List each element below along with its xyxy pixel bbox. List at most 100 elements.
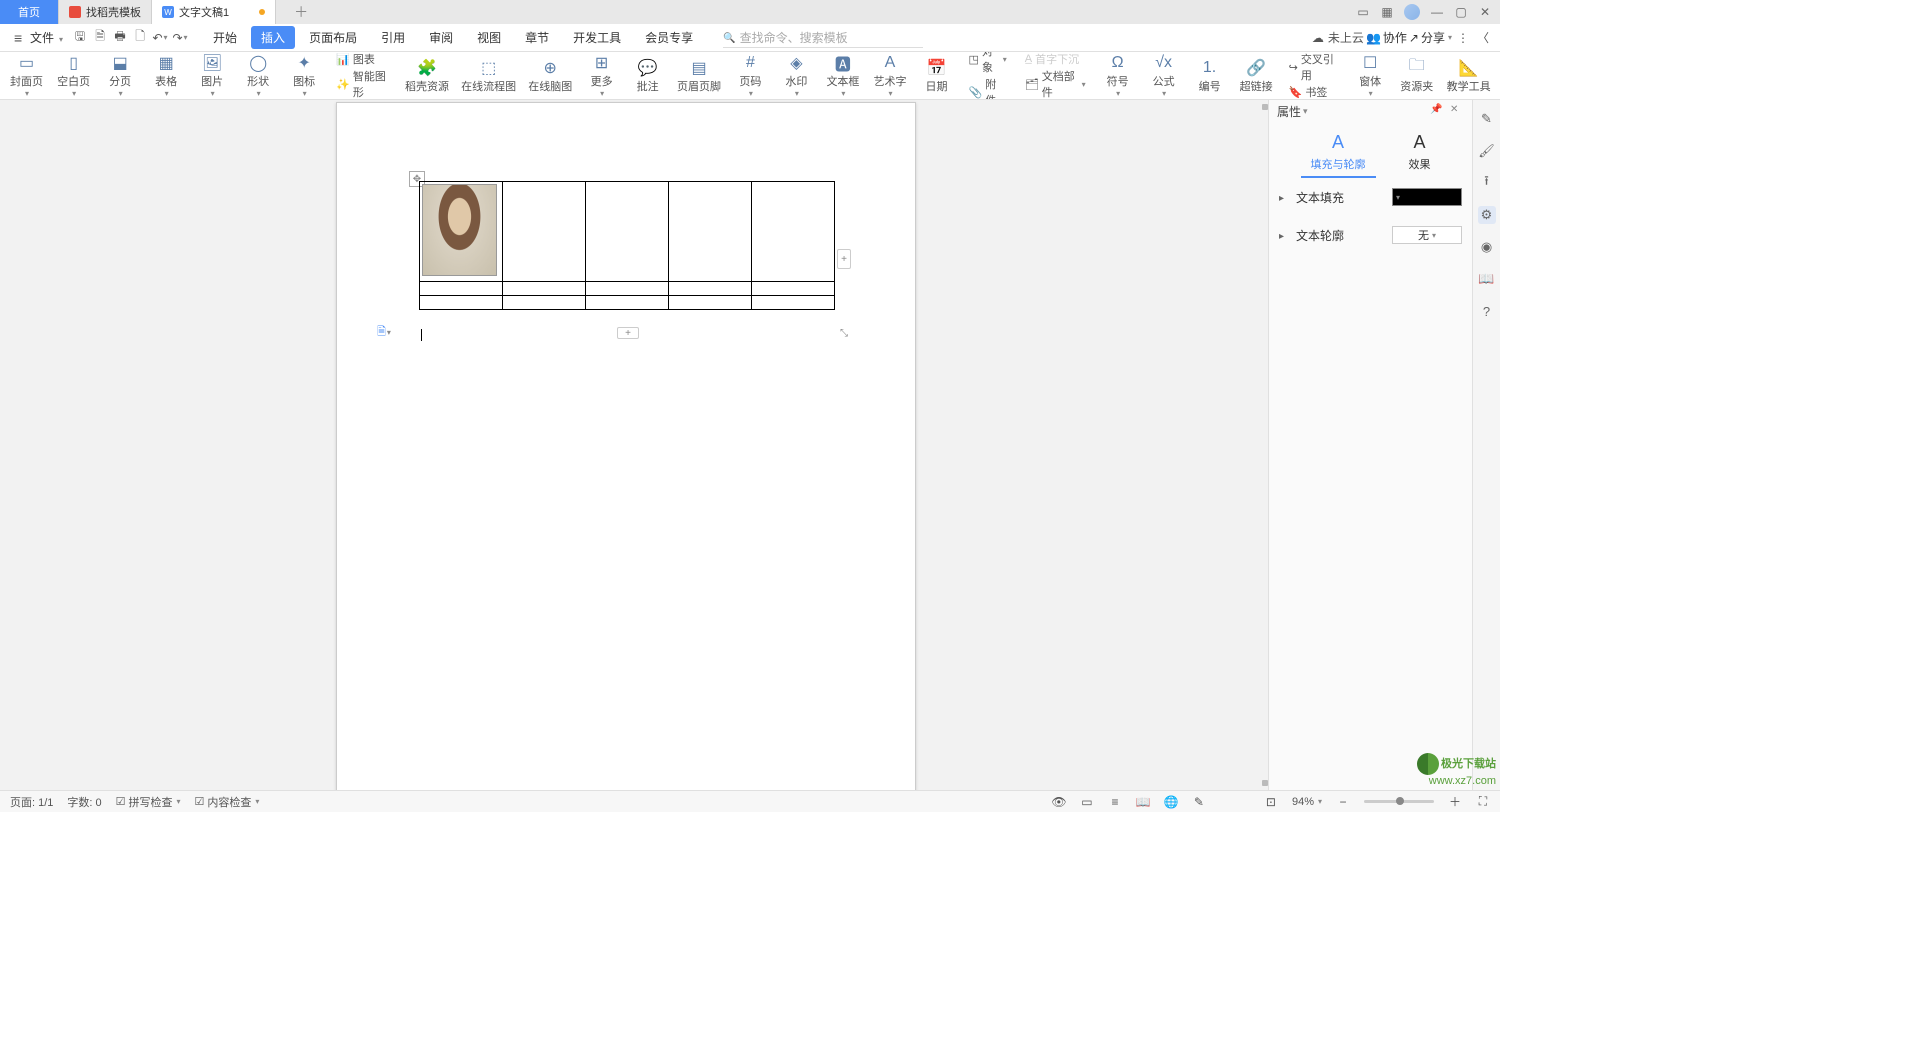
tab-pagelayout[interactable]: 页面布局 xyxy=(299,26,367,49)
header-footer[interactable]: ▤页眉页脚 xyxy=(680,58,719,94)
apps-icon[interactable]: ▦ xyxy=(1380,5,1394,19)
tab-document[interactable]: W 文字文稿1 xyxy=(152,0,276,24)
insert-numbering[interactable]: 1.编号 xyxy=(1196,58,1224,94)
select-icon[interactable]: ⭱ xyxy=(1478,174,1496,192)
watermark[interactable]: ◈水印 xyxy=(782,53,810,98)
save-button[interactable]: 🖫 xyxy=(71,29,89,47)
insert-icon[interactable]: ✦图标 xyxy=(290,53,318,98)
user-avatar[interactable] xyxy=(1404,4,1420,20)
text-box[interactable]: 🅰文本框 xyxy=(828,53,857,98)
file-menu[interactable]: 文件 xyxy=(8,29,69,46)
view-focus-icon[interactable]: ✎ xyxy=(1192,795,1206,809)
table-resize-handle[interactable]: ⤡ xyxy=(840,328,850,338)
tab-view[interactable]: 视图 xyxy=(467,26,511,49)
collapse-ribbon[interactable]: 〈 xyxy=(1474,29,1492,47)
redo-button[interactable]: ↷ xyxy=(171,29,189,47)
zoom-out[interactable]: − xyxy=(1336,795,1350,809)
expand-text-outline[interactable] xyxy=(1279,228,1288,242)
view-web-icon[interactable]: 🌐 xyxy=(1164,795,1178,809)
insert-equation[interactable]: √x公式 xyxy=(1150,53,1178,98)
tab-review[interactable]: 审阅 xyxy=(419,26,463,49)
expand-text-fill[interactable] xyxy=(1279,190,1288,204)
prop-tab-effect[interactable]: A效果 xyxy=(1399,128,1441,178)
page-break[interactable]: ⬓分页 xyxy=(106,53,134,98)
insert-attachment[interactable]: 📎附件 xyxy=(969,76,1007,100)
smart-art[interactable]: ✨智能图形 xyxy=(336,68,389,100)
online-mindmap[interactable]: ⊕在线脑图 xyxy=(531,58,570,94)
insert-comment[interactable]: 💬批注 xyxy=(634,58,662,94)
tabset-icon[interactable]: ▭ xyxy=(1356,5,1370,19)
paragraph-options-icon[interactable]: 🗎 xyxy=(377,325,391,339)
print-button[interactable]: 🖶 xyxy=(111,29,129,47)
content-check[interactable]: ☑ 内容检查 xyxy=(195,794,260,810)
new-tab-button[interactable]: ＋ xyxy=(276,0,326,24)
table-add-row-button[interactable]: + xyxy=(617,327,639,339)
cloud-status[interactable]: 未上云 xyxy=(1312,29,1364,46)
command-search[interactable]: 查找命令、搜索模板 xyxy=(723,28,923,48)
read-icon[interactable]: 📖 xyxy=(1478,270,1496,288)
fit-width-icon[interactable]: ⊡ xyxy=(1264,795,1278,809)
zoom-level[interactable]: 94% xyxy=(1292,796,1322,808)
more-menu[interactable]: ⋮ xyxy=(1454,29,1472,47)
blank-page[interactable]: ▯空白页 xyxy=(59,53,88,98)
save-as-button[interactable]: 🗎 xyxy=(91,29,109,47)
print-preview-button[interactable]: 🗋 xyxy=(131,29,149,47)
insert-shape[interactable]: ◯形状 xyxy=(244,53,272,98)
zoom-in[interactable]: ＋ xyxy=(1448,795,1462,809)
page-number[interactable]: #页码 xyxy=(736,53,764,98)
settings-icon[interactable]: ⚙ xyxy=(1478,206,1496,224)
collab-button[interactable]: 👥 协作 xyxy=(1366,29,1407,46)
fullscreen-icon[interactable]: ⛶ xyxy=(1476,795,1490,809)
docer-resource[interactable]: 🧩稻壳资源 xyxy=(408,58,447,94)
spell-check[interactable]: ☑ 拼写检查 xyxy=(116,794,181,810)
protect-icon[interactable]: ◉ xyxy=(1478,238,1496,256)
insert-date[interactable]: 📅日期 xyxy=(923,58,951,94)
insert-object[interactable]: ◳对象 xyxy=(969,52,1007,75)
help-icon[interactable]: ? xyxy=(1478,302,1496,320)
undo-button[interactable]: ↶ xyxy=(151,29,169,47)
close-button[interactable]: ✕ xyxy=(1478,5,1492,19)
resource-folder[interactable]: 🗀资源夹 xyxy=(1402,58,1431,94)
share-button[interactable]: ↗ 分享 xyxy=(1409,29,1452,46)
text-fill-color[interactable] xyxy=(1392,188,1462,206)
tab-start[interactable]: 开始 xyxy=(203,26,247,49)
minimize-button[interactable]: — xyxy=(1430,5,1444,19)
word-art[interactable]: A艺术字 xyxy=(875,53,904,98)
insert-symbol[interactable]: Ω符号 xyxy=(1104,53,1132,98)
table-add-column-button[interactable]: + xyxy=(837,249,851,269)
insert-more[interactable]: ⊞更多 xyxy=(588,53,616,98)
insert-picture[interactable]: 🖼图片 xyxy=(198,53,226,98)
doc-parts[interactable]: 🗂文档部件 xyxy=(1025,68,1086,100)
teaching-tools[interactable]: 📐教学工具 xyxy=(1449,58,1488,94)
cover-page[interactable]: ▭封面页 xyxy=(12,53,41,98)
insert-table[interactable]: ▦表格 xyxy=(152,53,180,98)
bookmark[interactable]: 🔖书签 xyxy=(1289,84,1339,100)
view-read-icon[interactable]: 📖 xyxy=(1136,795,1150,809)
eye-icon[interactable]: 👁 xyxy=(1052,795,1066,809)
tab-references[interactable]: 引用 xyxy=(371,26,415,49)
brush-icon[interactable]: 🖌 xyxy=(1478,142,1496,160)
cross-reference[interactable]: ↪交叉引用 xyxy=(1289,52,1339,83)
drop-cap[interactable]: A̲首字下沉 xyxy=(1025,52,1086,67)
tab-member[interactable]: 会员专享 xyxy=(635,26,703,49)
tab-templates[interactable]: 找稻壳模板 xyxy=(59,0,152,24)
document-canvas[interactable]: ✥ + + ⤡ 🗎 xyxy=(0,100,1264,790)
inserted-photo[interactable] xyxy=(422,184,497,276)
prop-tab-fill[interactable]: A填充与轮廓 xyxy=(1301,128,1376,178)
page-indicator[interactable]: 页面: 1/1 xyxy=(10,794,53,810)
tab-home[interactable]: 首页 xyxy=(0,0,59,24)
word-count[interactable]: 字数: 0 xyxy=(67,794,101,810)
document-table[interactable] xyxy=(419,181,835,310)
insert-chart[interactable]: 📊图表 xyxy=(336,52,389,67)
hyperlink[interactable]: 🔗超链接 xyxy=(1242,58,1271,94)
view-page-icon[interactable]: ▭ xyxy=(1080,795,1094,809)
text-outline-select[interactable]: 无 xyxy=(1392,226,1462,244)
style-pane-icon[interactable]: ✎ xyxy=(1478,110,1496,128)
zoom-slider[interactable] xyxy=(1364,800,1434,803)
tab-developer[interactable]: 开发工具 xyxy=(563,26,631,49)
tab-sections[interactable]: 章节 xyxy=(515,26,559,49)
tab-insert[interactable]: 插入 xyxy=(251,26,295,49)
online-flowchart[interactable]: ⬚在线流程图 xyxy=(464,58,512,94)
view-outline-icon[interactable]: ≡ xyxy=(1108,795,1122,809)
close-panel-icon[interactable]: ✕ xyxy=(1450,104,1464,118)
